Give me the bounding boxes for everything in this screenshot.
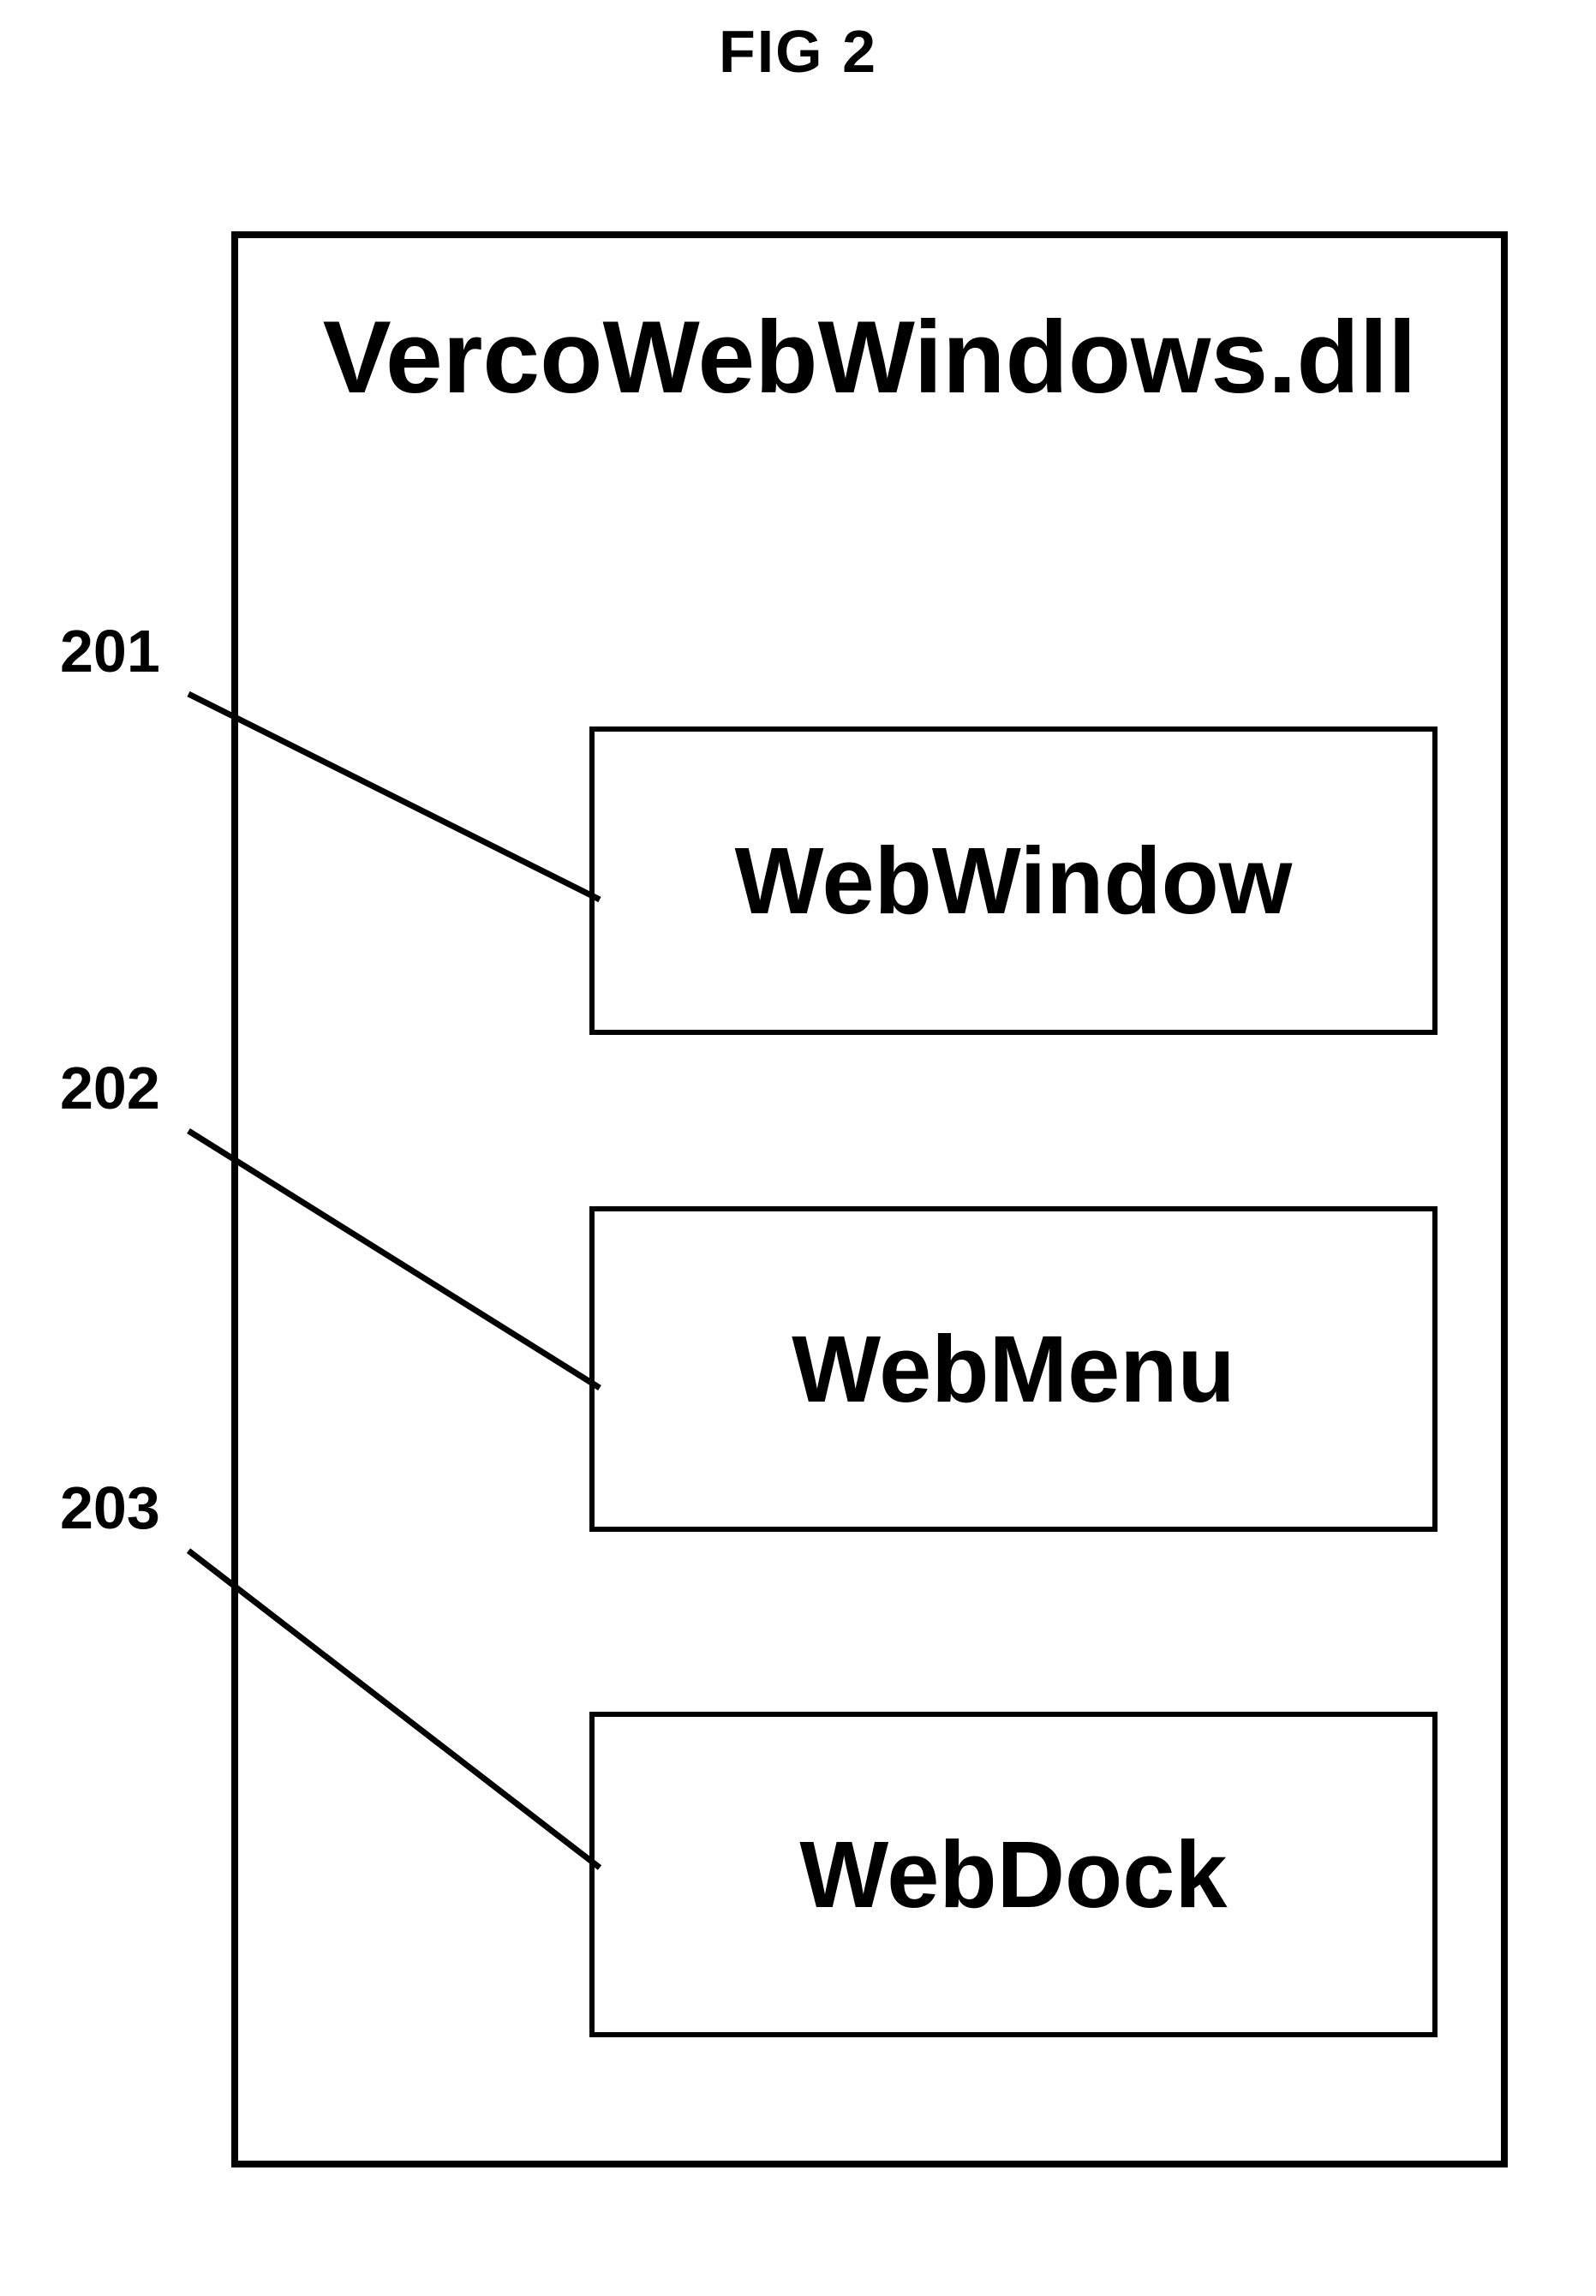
component-box-webwindow: WebWindow [589, 726, 1438, 1035]
reference-number-203: 203 [60, 1474, 160, 1542]
figure-title: FIG 2 [0, 17, 1596, 86]
component-box-webmenu: WebMenu [589, 1206, 1438, 1532]
figure-page: FIG 2 VercoWebWindows.dll WebWindow WebM… [0, 0, 1596, 2296]
dll-container-title: VercoWebWindows.dll [238, 298, 1501, 416]
component-label: WebMenu [792, 1315, 1234, 1424]
component-label: WebWindow [735, 827, 1293, 936]
reference-number-201: 201 [60, 617, 160, 685]
component-box-webdock: WebDock [589, 1712, 1438, 2037]
dll-container-box: VercoWebWindows.dll WebWindow WebMenu We… [231, 231, 1508, 2167]
reference-number-202: 202 [60, 1054, 160, 1122]
component-label: WebDock [799, 1821, 1227, 1929]
